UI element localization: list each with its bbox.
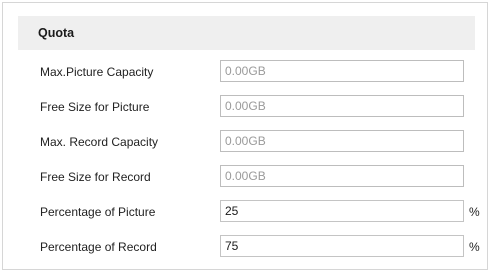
free-size-record-label: Free Size for Record [40,170,151,184]
percentage-picture-unit: % [469,205,480,219]
percentage-record-input[interactable] [220,235,464,257]
free-size-record-field [220,165,464,187]
percentage-picture-label: Percentage of Picture [40,205,156,219]
percentage-picture-input[interactable] [220,200,464,222]
percentage-record-label: Percentage of Record [40,240,157,254]
panel-header: Quota [18,16,475,50]
max-record-capacity-field [220,130,464,152]
max-picture-capacity-field [220,60,464,82]
panel-title: Quota [38,26,75,40]
max-picture-capacity-label: Max.Picture Capacity [40,65,154,79]
quota-panel: Quota Max.Picture Capacity Free Size for… [2,2,488,270]
max-record-capacity-label: Max. Record Capacity [40,135,159,149]
free-size-picture-field [220,95,464,117]
percentage-record-unit: % [469,240,480,254]
free-size-picture-label: Free Size for Picture [40,100,150,114]
